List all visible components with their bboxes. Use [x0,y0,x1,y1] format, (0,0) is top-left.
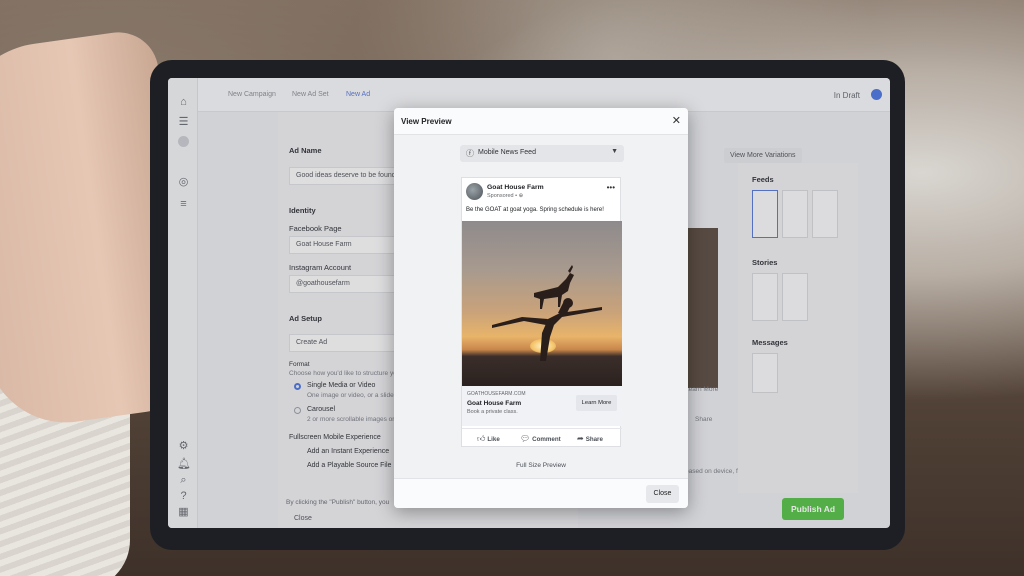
post-actions: 👍︎ Like 💬︎ Comment ➦ Share [462,428,622,448]
sponsored-label: Sponsored • ⊕ [487,193,523,199]
modal-title: View Preview [401,117,452,126]
link-domain: GOATHOUSEFARM.COM [467,391,526,397]
globe-icon: ⊕ [518,193,524,199]
placement-dropdown[interactable]: ⓕ Mobile News Feed ▼ [460,145,624,162]
link-info[interactable]: GOATHOUSEFARM.COM Goat House Farm Book a… [462,386,622,426]
close-icon[interactable]: ✕ [672,114,681,128]
facebook-icon: ⓕ [466,149,474,158]
share-icon: ➦ [577,434,584,443]
comment-button[interactable]: 💬︎ Comment [520,434,561,443]
link-description: Book a private class. [467,409,518,415]
like-button[interactable]: 👍︎ Like [477,434,500,444]
ad-post-preview: Goat House Farm Sponsored • ⊕ ••• Be the… [461,177,622,448]
view-preview-modal: View Preview ✕ ⓕ Mobile News Feed ▼ Goat… [394,108,688,508]
comment-label: Comment [532,436,561,443]
post-image [462,221,622,386]
full-size-preview-link[interactable]: Full Size Preview [394,462,688,469]
modal-header: View Preview ✕ [394,108,688,135]
more-icon[interactable]: ••• [607,183,615,192]
post-page-name: Goat House Farm [487,184,544,191]
tablet-screen: ⌂ ☰ ◎ ≡ ⚙ 🔔︎ ⌕ ? ▦ New Campaign New Ad S… [168,78,890,528]
share-label: Share [585,436,603,443]
like-icon: 👍︎ [477,434,486,443]
modal-close-button[interactable]: Close [646,485,679,503]
background-scene: ⌂ ☰ ◎ ≡ ⚙ 🔔︎ ⌕ ? ▦ New Campaign New Ad S… [0,0,1024,576]
share-button[interactable]: ➦ Share [577,434,603,443]
sponsored-text: Sponsored • [487,193,518,199]
learn-more-button[interactable]: Learn More [576,395,617,411]
chevron-down-icon: ▼ [611,148,618,155]
modal-footer: Close [394,478,688,508]
post-caption: Be the GOAT at goat yoga. Spring schedul… [466,207,604,213]
yoga-goat-silhouette [492,265,602,361]
comment-icon: 💬︎ [520,434,531,443]
like-label: Like [487,436,500,443]
page-avatar [466,183,483,200]
link-headline: Goat House Farm [467,400,522,407]
placement-value: Mobile News Feed [478,149,536,156]
